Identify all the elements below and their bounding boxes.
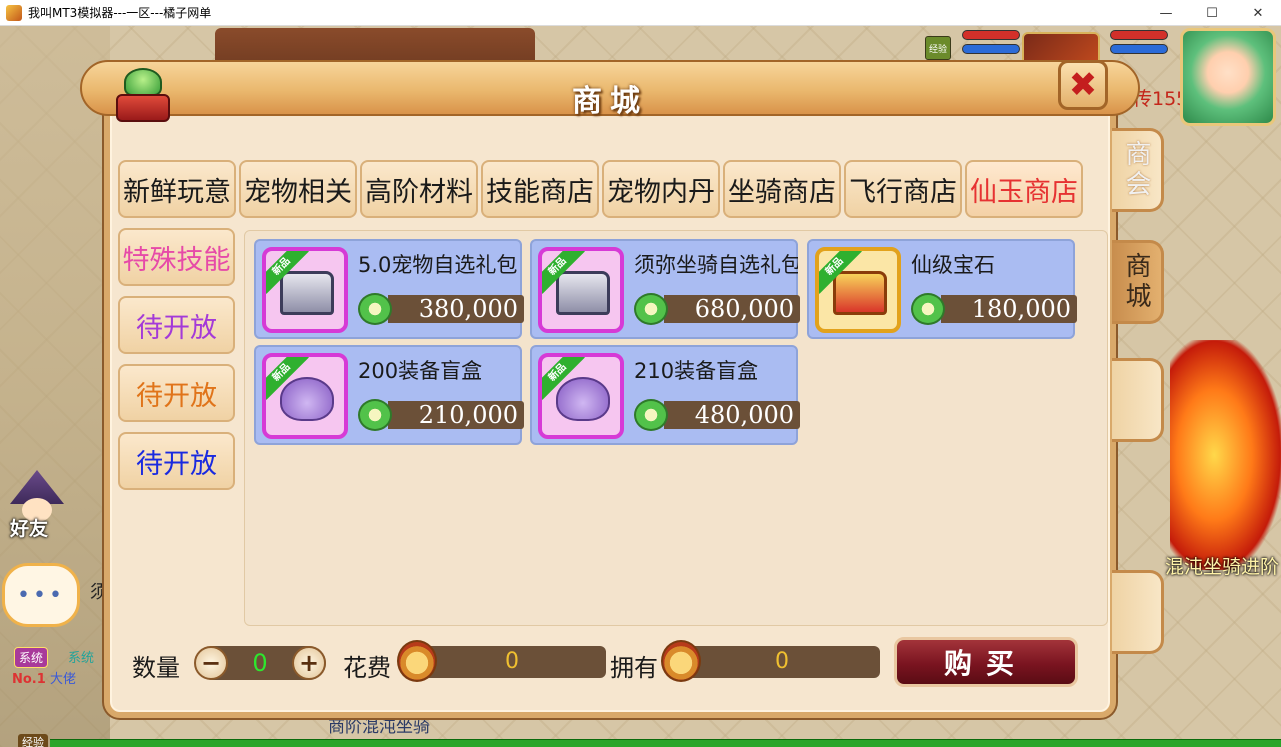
blind-box-bag-icon xyxy=(556,377,610,421)
player-mp-bar xyxy=(1110,44,1168,54)
side-tab-empty-1[interactable] xyxy=(1112,358,1164,442)
side-tab-guild-shop[interactable]: 商会 xyxy=(1112,128,1164,212)
tab-skill-shop[interactable]: 技能商店 xyxy=(481,160,599,218)
quantity-minus-button[interactable]: − xyxy=(194,646,228,680)
friend-label[interactable]: 好友 xyxy=(10,514,48,541)
item-name: 须弥坐骑自选礼包 xyxy=(634,253,798,277)
quantity-label: 数量 xyxy=(132,654,180,682)
item-name: 5.0宠物自选礼包 xyxy=(358,253,518,277)
jade-coin-icon xyxy=(634,293,668,325)
cost-label: 花费 xyxy=(343,654,391,682)
subtab-coming-soon-2[interactable]: 待开放 xyxy=(118,364,235,422)
item-price: 180,000 xyxy=(971,295,1071,323)
jade-coin-icon xyxy=(358,399,392,431)
tab-pet-inner-core[interactable]: 宠物内丹 xyxy=(602,160,720,218)
price-bar: 210,000 xyxy=(388,401,524,429)
tab-jade-shop[interactable]: 仙玉商店 xyxy=(965,160,1083,218)
tab-advanced-materials[interactable]: 高阶材料 xyxy=(360,160,478,218)
tab-pet-related[interactable]: 宠物相关 xyxy=(239,160,357,218)
system-badge: 系统 xyxy=(14,647,49,668)
fire-mount-effect xyxy=(1170,340,1281,570)
mount-advance-caption[interactable]: 混沌坐骑进阶 xyxy=(1165,552,1279,579)
player-avatar[interactable] xyxy=(1180,28,1276,126)
item-icon-frame: 新品 xyxy=(538,353,624,439)
price-bar: 680,000 xyxy=(664,295,800,323)
item-icon-frame: 新品 xyxy=(815,247,901,333)
shop-icon xyxy=(112,64,174,124)
pet-status-bars xyxy=(962,30,1020,58)
item-price: 210,000 xyxy=(418,401,518,429)
shop-dome xyxy=(124,68,162,96)
chat-rank: No.1 xyxy=(12,672,46,687)
item-card[interactable]: 新品 须弥坐骑自选礼包 680,000 xyxy=(530,239,800,339)
chat-name: 大佬 xyxy=(49,672,76,687)
item-card[interactable]: 新品 5.0宠物自选礼包 380,000 xyxy=(254,239,524,339)
subtab-special-skills[interactable]: 特殊技能 xyxy=(118,228,235,286)
sub-category-tabs: 特殊技能 待开放 待开放 待开放 xyxy=(118,228,235,500)
gold-chest-icon xyxy=(833,271,887,315)
tab-flight-shop[interactable]: 飞行商店 xyxy=(844,160,962,218)
item-icon-frame: 新品 xyxy=(538,247,624,333)
item-icon-frame: 新品 xyxy=(262,353,348,439)
app-icon xyxy=(6,4,22,21)
item-name: 200装备盲盒 xyxy=(358,359,483,383)
item-card[interactable]: 新品 200装备盲盒 210,000 xyxy=(254,345,524,445)
owned-value: 0 xyxy=(775,649,789,674)
side-tab-empty-2[interactable] xyxy=(1112,570,1164,654)
window-controls: — ☐ ✕ xyxy=(1143,0,1281,26)
item-icon-frame: 新品 xyxy=(262,247,348,333)
subtab-coming-soon-1[interactable]: 待开放 xyxy=(118,296,235,354)
item-card[interactable]: 新品 仙级宝石 180,000 xyxy=(807,239,1077,339)
side-tab-mall[interactable]: 商城 xyxy=(1112,240,1164,324)
scene-left-decoration xyxy=(0,26,110,747)
close-panel-button[interactable]: ✖ xyxy=(1058,60,1108,110)
quantity-value[interactable]: 0 xyxy=(228,646,292,680)
blind-box-bag-icon xyxy=(280,377,334,421)
system-text: 系统 xyxy=(68,651,95,666)
panel-title: 商城 xyxy=(572,84,648,119)
maximize-button[interactable]: ☐ xyxy=(1189,0,1235,26)
chat-line: No.1 大佬 xyxy=(12,668,76,687)
item-price: 680,000 xyxy=(694,295,794,323)
price-bar: 380,000 xyxy=(388,295,524,323)
quantity-plus-button[interactable]: + xyxy=(292,646,326,680)
exp-label: 经验 xyxy=(18,734,48,747)
pet-hp-bar xyxy=(962,30,1020,40)
shop-base xyxy=(116,94,170,122)
buff-icon[interactable]: 经验 xyxy=(925,36,951,60)
buy-button[interactable]: 购买 xyxy=(894,637,1078,687)
close-window-button[interactable]: ✕ xyxy=(1235,0,1281,26)
price-bar: 480,000 xyxy=(664,401,800,429)
chat-bubble-icon[interactable]: ••• xyxy=(2,563,80,627)
jade-coin-icon xyxy=(358,293,392,325)
subtab-coming-soon-3[interactable]: 待开放 xyxy=(118,432,235,490)
tab-mount-shop[interactable]: 坐骑商店 xyxy=(723,160,841,218)
jade-coin-icon xyxy=(634,399,668,431)
item-card[interactable]: 新品 210装备盲盒 480,000 xyxy=(530,345,800,445)
pet-mp-bar xyxy=(962,44,1020,54)
jade-coin-icon xyxy=(911,293,945,325)
silver-chest-icon xyxy=(556,271,610,315)
player-status-bars xyxy=(1110,30,1168,58)
category-tabs: 新鲜玩意 宠物相关 高阶材料 技能商店 宠物内丹 坐骑商店 飞行商店 仙玉商店 xyxy=(118,160,1086,218)
window-title: 我叫MT3模拟器---一区---橘子网单 xyxy=(28,6,212,20)
owned-label: 拥有 xyxy=(610,654,658,682)
minimize-button[interactable]: — xyxy=(1143,0,1189,26)
player-hp-bar xyxy=(1110,30,1168,40)
item-name: 210装备盲盒 xyxy=(634,359,759,383)
tab-novelty[interactable]: 新鲜玩意 xyxy=(118,160,236,218)
price-bar: 180,000 xyxy=(941,295,1077,323)
cost-value: 0 xyxy=(505,649,519,674)
exp-bar xyxy=(50,739,1281,747)
silver-chest-icon xyxy=(280,271,334,315)
item-price: 380,000 xyxy=(418,295,518,323)
window-titlebar: 我叫MT3模拟器---一区---橘子网单 — ☐ ✕ xyxy=(0,0,1281,26)
item-name: 仙级宝石 xyxy=(911,253,995,277)
item-price: 480,000 xyxy=(694,401,794,429)
